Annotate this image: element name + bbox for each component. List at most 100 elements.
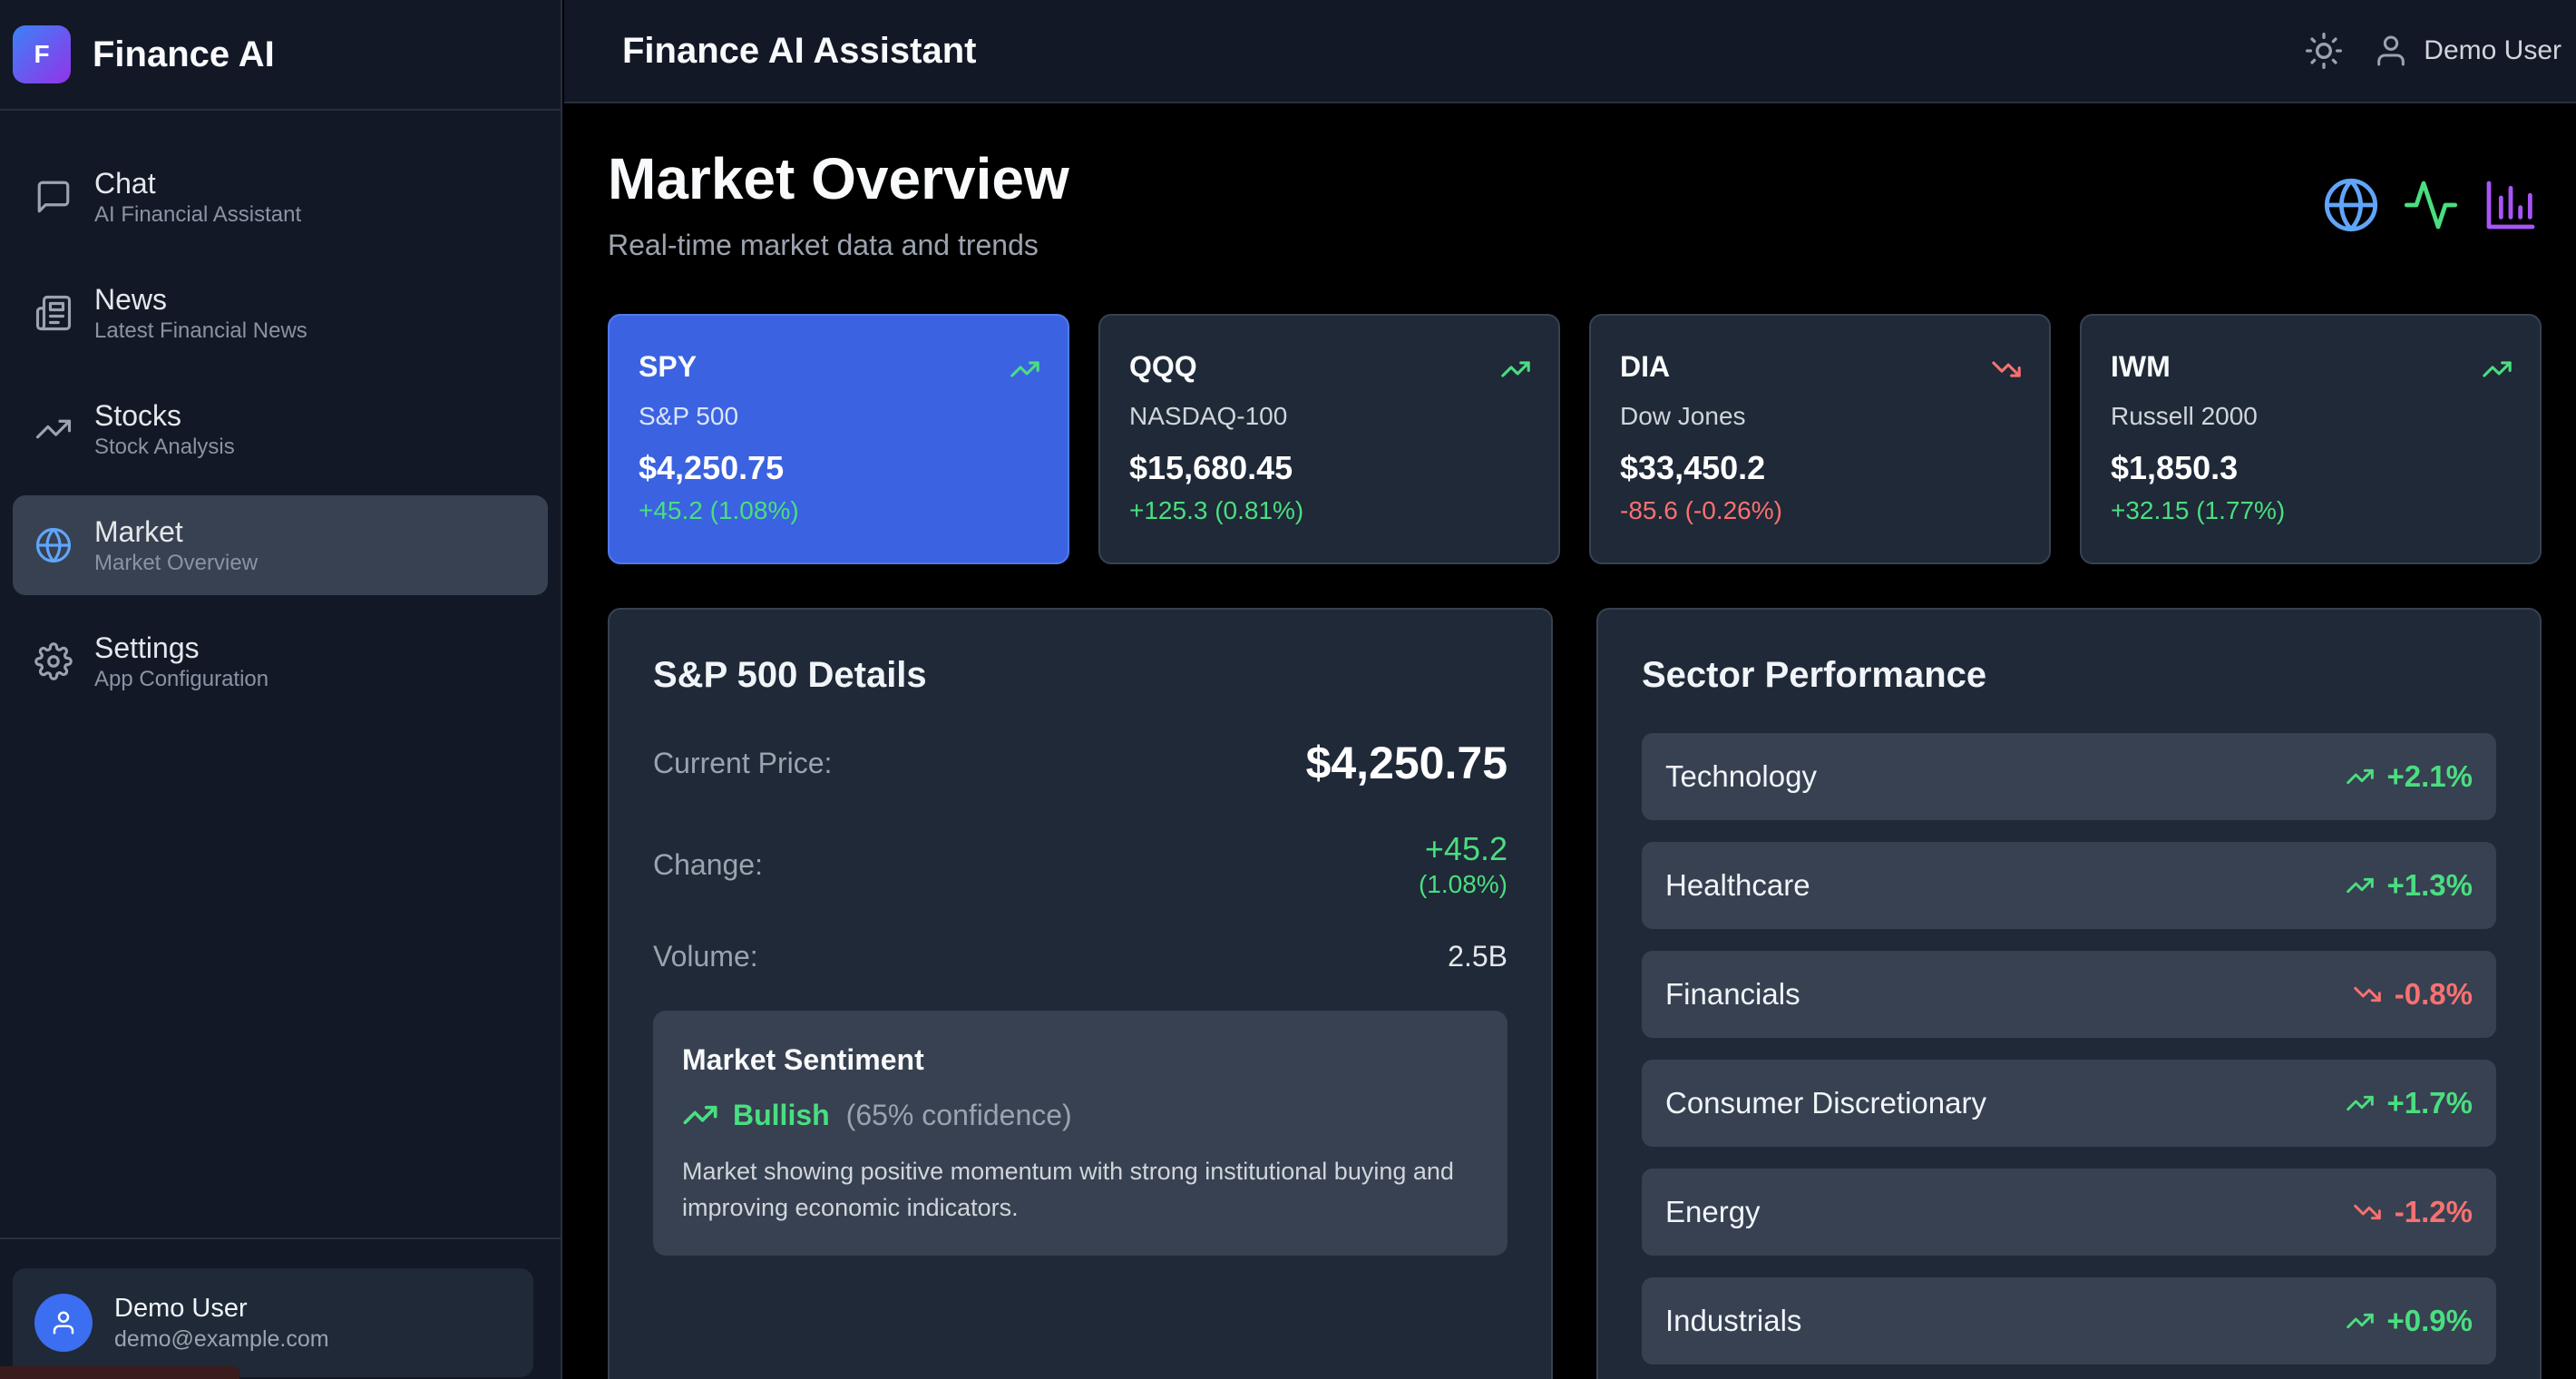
sidebar-item-subtitle: Stock Analysis [94, 435, 235, 459]
index-price: $1,850.3 [2111, 449, 2239, 486]
sector-performance-panel: Sector Performance Technology +2.1% Heal… [1596, 608, 2542, 1379]
page-subtitle: Real-time market data and trends [608, 229, 1039, 261]
newspaper-icon [35, 295, 72, 331]
bar-chart-icon [2486, 181, 2535, 230]
panel-title: Sector Performance [1642, 655, 1987, 695]
sidebar-item-label: News [94, 283, 168, 316]
sector-name: Financials [1665, 977, 1800, 1011]
index-price: $15,680.45 [1129, 449, 1293, 486]
sidebar-item-subtitle: App Configuration [94, 667, 269, 691]
trending-up-icon [2346, 768, 2374, 785]
panel-title: S&P 500 Details [653, 655, 927, 695]
globe-icon [35, 527, 72, 563]
sidebar-item-stocks[interactable]: Stocks Stock Analysis [13, 379, 548, 479]
sidebar: F Finance AI Chat AI Financial Assistant… [0, 0, 562, 1379]
sector-name: Healthcare [1665, 868, 1810, 902]
current-price-value: $4,250.75 [1305, 738, 1508, 788]
index-change: +125.3 (0.81%) [1129, 496, 1304, 524]
brand-logo: F [13, 25, 71, 83]
header-icons [2322, 176, 2540, 234]
sector-list: Technology +2.1% Healthcare +1.3% Financ… [1642, 733, 2496, 1379]
index-price: $33,450.2 [1620, 449, 1766, 486]
sector-row-healthcare[interactable]: Healthcare +1.3% [1642, 842, 2496, 929]
index-name: Russell 2000 [2111, 402, 2258, 430]
sector-row-energy[interactable]: Energy -1.2% [1642, 1169, 2496, 1256]
volume-label: Volume: [653, 940, 758, 973]
sector-name: Consumer Discretionary [1665, 1086, 1986, 1120]
current-price-label: Current Price: [653, 746, 833, 779]
change-row: Change: +45.2 (1.08%) [653, 829, 1508, 900]
change-label: Change: [653, 847, 763, 881]
user-email: demo@example.com [114, 1326, 329, 1352]
sidebar-item-settings[interactable]: Settings App Configuration [13, 611, 548, 711]
index-card-qqq[interactable]: QQQ NASDAQ-100 $15,680.45 +125.3 (0.81%) [1098, 314, 1560, 564]
index-price: $4,250.75 [639, 449, 785, 486]
sector-value: +1.3% [2386, 868, 2474, 902]
market-sentiment-box: Market Sentiment Bullish (65% confidence… [653, 1011, 1508, 1256]
globe-icon [2324, 178, 2378, 232]
sector-value: +2.1% [2386, 759, 2474, 793]
sector-row-consumer-discretionary[interactable]: Consumer Discretionary +1.7% [1642, 1060, 2496, 1147]
change-percent: (1.08%) [1418, 870, 1508, 898]
user-icon [2377, 35, 2405, 66]
index-cards: SPY S&P 500 $4,250.75 +45.2 (1.08%) QQQ … [608, 314, 2542, 564]
sector-row-financials[interactable]: Financials -0.8% [1642, 951, 2496, 1038]
activity-icon [2404, 181, 2458, 230]
trending-up-icon [1501, 361, 1530, 377]
sidebar-item-news[interactable]: News Latest Financial News [13, 263, 548, 363]
sector-name: Technology [1665, 759, 1817, 793]
index-change: +45.2 (1.08%) [639, 496, 799, 524]
volume-row: Volume: 2.5B [653, 940, 1508, 973]
sentiment-description: Market showing positive momentum with st… [682, 1158, 1454, 1221]
sector-name: Industrials [1665, 1304, 1802, 1337]
trending-up-icon [683, 1105, 717, 1125]
sidebar-item-label: Market [94, 515, 183, 548]
top-bar: Finance AI Assistant Demo User [564, 0, 2576, 103]
sp500-details-panel: S&P 500 Details Current Price: $4,250.75… [608, 608, 1553, 1379]
user-icon [53, 1311, 74, 1335]
sidebar-item-market[interactable]: Market Market Overview [13, 495, 548, 595]
sector-value: -0.8% [2394, 977, 2473, 1011]
trending-up-icon [1010, 361, 1039, 377]
brand: F Finance AI [0, 0, 561, 111]
index-card-iwm[interactable]: IWM Russell 2000 $1,850.3 +32.15 (1.77%) [2080, 314, 2542, 564]
top-user-name: Demo User [2424, 35, 2561, 65]
user-name: Demo User [114, 1294, 248, 1323]
index-change: -85.6 (-0.26%) [1620, 496, 1782, 524]
gear-icon [34, 642, 73, 680]
index-card-spy[interactable]: SPY S&P 500 $4,250.75 +45.2 (1.08%) [608, 314, 1069, 564]
sun-icon[interactable] [2304, 31, 2344, 71]
sector-row-technology[interactable]: Technology +2.1% [1642, 733, 2496, 820]
index-card-dia[interactable]: DIA Dow Jones $33,450.2 -85.6 (-0.26%) [1589, 314, 2051, 564]
sector-row-industrials[interactable]: Industrials +0.9% [1642, 1277, 2496, 1364]
sidebar-item-subtitle: AI Financial Assistant [94, 202, 302, 227]
trending-up-icon [35, 419, 72, 439]
sector-value: +0.9% [2386, 1304, 2474, 1337]
sentiment-confidence: (65% confidence) [845, 1098, 1072, 1131]
trending-down-icon [2353, 986, 2381, 1002]
chat-icon [37, 181, 70, 213]
user-menu[interactable]: Demo User [2373, 33, 2576, 69]
index-change: +32.15 (1.77%) [2111, 496, 2286, 524]
sidebar-item-label: Stocks [94, 399, 182, 432]
index-name: Dow Jones [1620, 402, 1746, 430]
brand-name: Finance AI [93, 34, 275, 74]
index-symbol: SPY [639, 350, 698, 383]
sentiment-title: Market Sentiment [682, 1043, 924, 1076]
index-name: NASDAQ-100 [1129, 402, 1288, 430]
sidebar-item-label: Settings [94, 631, 200, 664]
sidebar-nav: Chat AI Financial Assistant News Latest … [0, 111, 561, 711]
avatar [34, 1294, 93, 1352]
trending-up-icon [2483, 361, 2512, 377]
trending-up-icon [2346, 877, 2374, 894]
sidebar-item-label: Chat [94, 167, 156, 200]
current-price-row: Current Price: $4,250.75 [653, 737, 1508, 789]
user-profile-card[interactable]: Demo User demo@example.com [13, 1268, 533, 1377]
index-symbol: IWM [2111, 350, 2171, 383]
trending-up-icon [2346, 1313, 2374, 1329]
sector-value: -1.2% [2394, 1195, 2473, 1228]
sidebar-item-subtitle: Latest Financial News [94, 318, 307, 343]
index-symbol: DIA [1620, 350, 1671, 383]
sector-name: Energy [1665, 1195, 1761, 1228]
sidebar-item-chat[interactable]: Chat AI Financial Assistant [13, 147, 548, 247]
